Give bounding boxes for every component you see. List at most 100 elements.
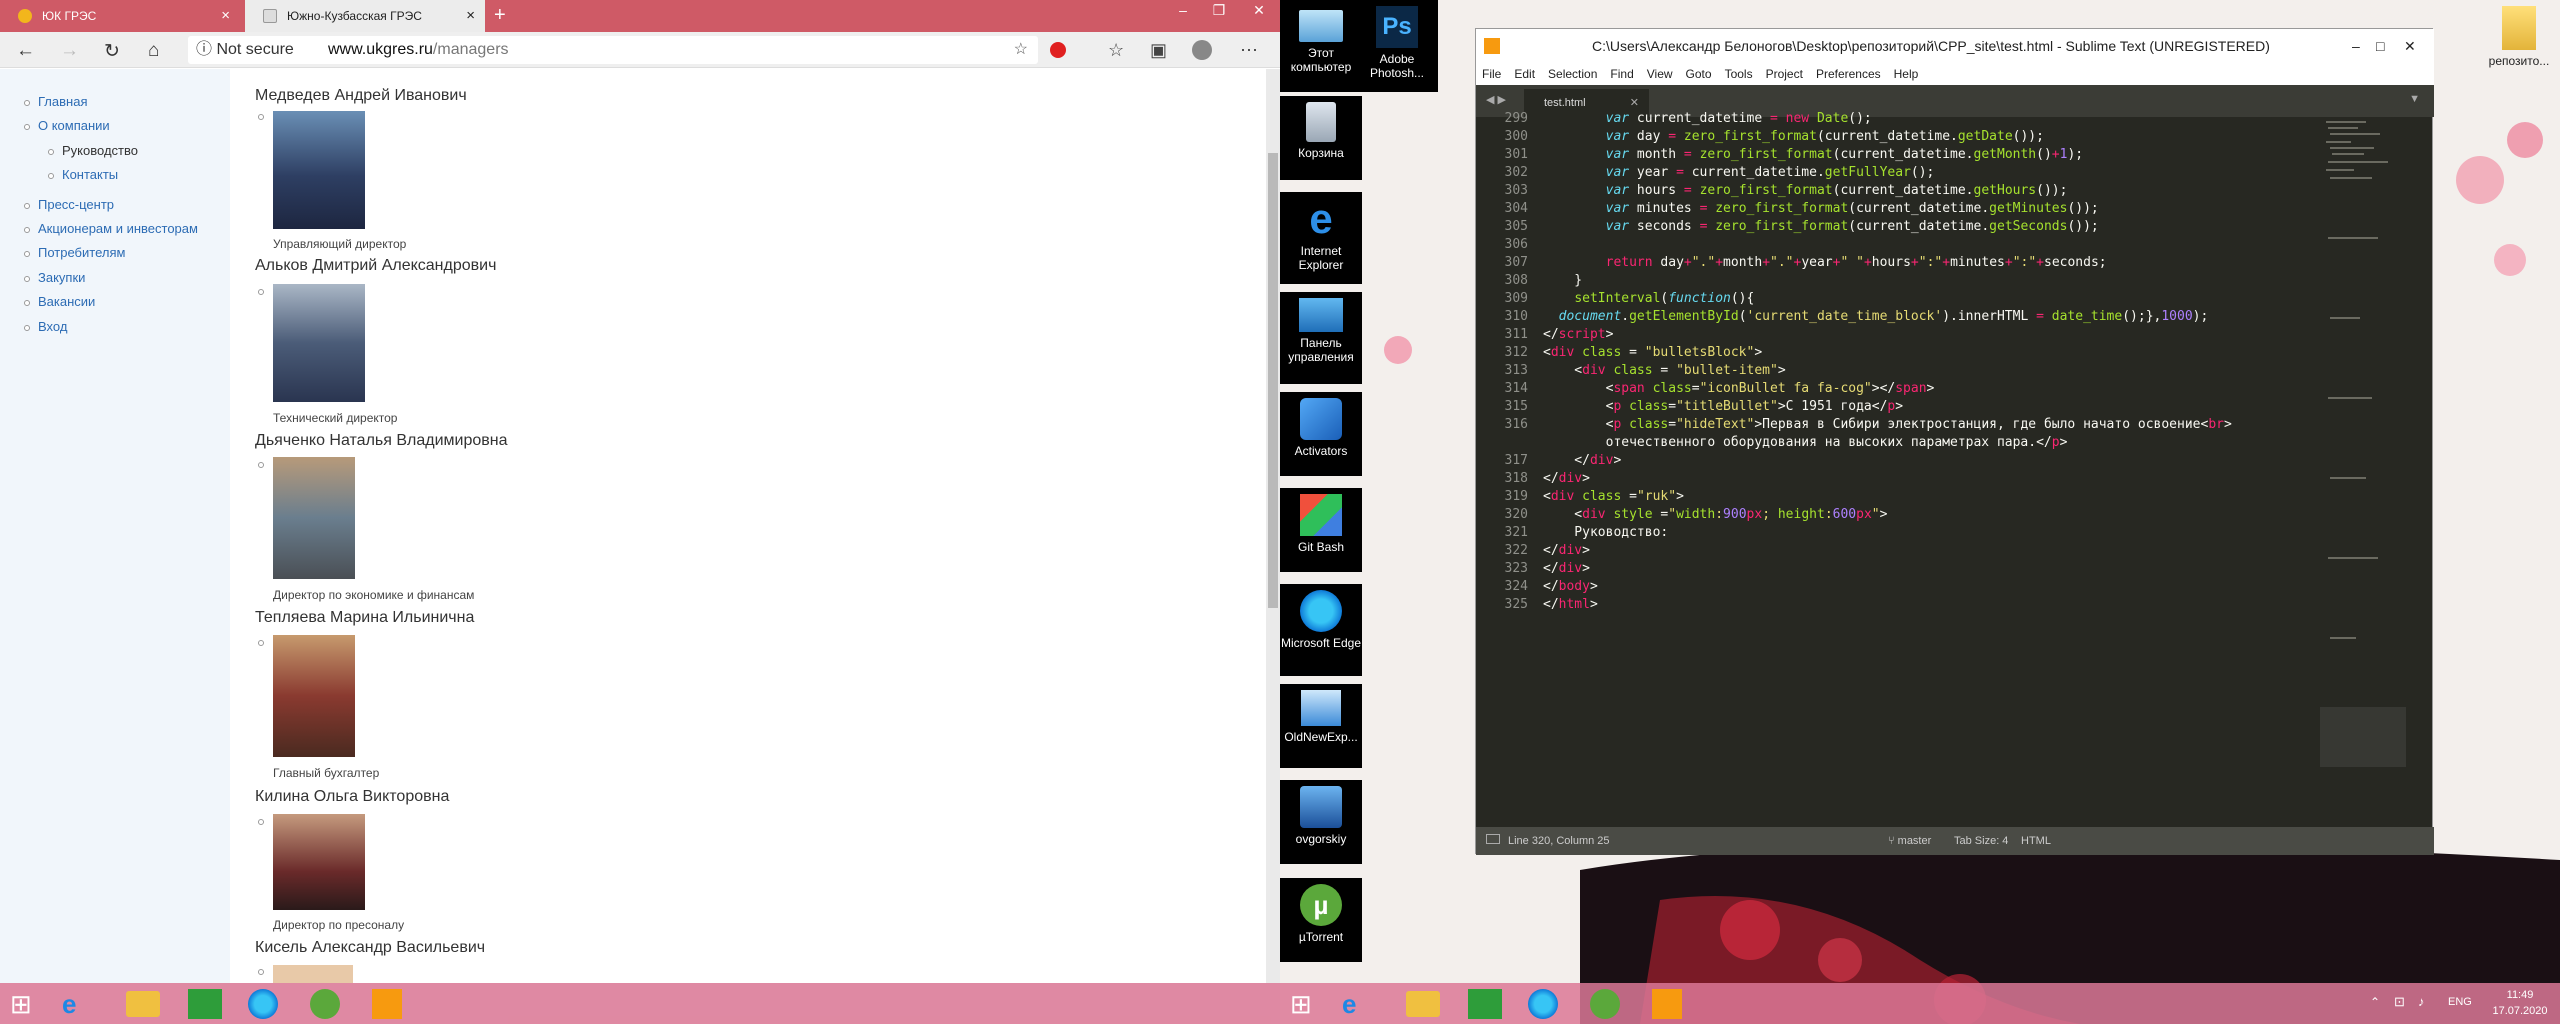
- code-line[interactable]: 304 var minutes = zero_first_format(curr…: [1476, 201, 2436, 219]
- file-explorer-icon[interactable]: [126, 991, 160, 1017]
- refresh-icon[interactable]: ↻: [104, 40, 120, 63]
- utorrent-icon[interactable]: [1590, 989, 1620, 1019]
- volume-icon[interactable]: ♪: [2418, 994, 2425, 1009]
- panel-toggle-icon[interactable]: [1486, 834, 1500, 844]
- minimize-icon[interactable]: –: [2352, 29, 2360, 63]
- code-line[interactable]: 321 Руководство:: [1476, 525, 2436, 543]
- code-line[interactable]: 312 <div class = "bulletsBlock">: [1476, 345, 2436, 363]
- nav-link-login[interactable]: Вход: [38, 319, 67, 334]
- adblock-icon[interactable]: [1050, 42, 1066, 58]
- utorrent-icon[interactable]: [310, 989, 340, 1019]
- code-line[interactable]: 320 <div style ="width:900px; height:600…: [1476, 507, 2436, 525]
- code-line[interactable]: 300 var day = zero_first_format(current_…: [1476, 129, 2436, 147]
- tab-dropdown-icon[interactable]: ▼: [2409, 93, 2420, 105]
- close-window-icon[interactable]: ✕: [1240, 0, 1278, 22]
- start-windows-icon[interactable]: ⊞: [10, 987, 44, 1021]
- maximize-icon[interactable]: □: [2376, 29, 2384, 63]
- menu-edit[interactable]: Edit: [1514, 67, 1535, 81]
- code-line[interactable]: 309 setInterval(function(){: [1476, 291, 2436, 309]
- file-explorer-icon[interactable]: [1406, 991, 1440, 1017]
- code-editor[interactable]: 299 var current_datetime = new Date(); 30…: [1476, 111, 2436, 827]
- desktop-icon-utorrent[interactable]: µ µTorrent: [1280, 878, 1362, 962]
- code-line[interactable]: 322 </div>: [1476, 543, 2436, 561]
- nav-link-purchases[interactable]: Закупки: [38, 270, 85, 285]
- nav-link-vacancies[interactable]: Вакансии: [38, 294, 95, 309]
- code-line[interactable]: 317 </div>: [1476, 453, 2436, 471]
- close-tab-icon[interactable]: ×: [466, 7, 475, 24]
- tab-yukgres[interactable]: ЮК ГРЭС ×: [0, 0, 240, 32]
- desktop-icon-repository[interactable]: репозито...: [2478, 0, 2560, 80]
- code-line[interactable]: 314 <span class="iconBullet fa fa-cog"><…: [1476, 381, 2436, 399]
- syntax-mode[interactable]: HTML: [2021, 827, 2051, 855]
- favorite-star-icon[interactable]: ☆: [1014, 36, 1028, 64]
- code-line[interactable]: 305 var seconds = zero_first_format(curr…: [1476, 219, 2436, 237]
- menu-project[interactable]: Project: [1766, 67, 1803, 81]
- menu-goto[interactable]: Goto: [1686, 67, 1712, 81]
- desktop-icon-git-bash[interactable]: Git Bash: [1280, 488, 1362, 572]
- code-line[interactable]: 316 <p class="hideText">Первая в Сибири …: [1476, 417, 2436, 435]
- menu-file[interactable]: File: [1482, 67, 1501, 81]
- restore-icon[interactable]: ❐: [1200, 0, 1238, 22]
- tab-ukgres-managers[interactable]: Южно-Кузбасская ГРЭС ×: [245, 0, 485, 32]
- tab-nav-arrows-icon[interactable]: ◀ ▶: [1486, 93, 1506, 106]
- security-indicator[interactable]: ⓘ Not secure: [196, 36, 294, 64]
- code-line[interactable]: 319 <div class ="ruk">: [1476, 489, 2436, 507]
- code-line[interactable]: 308 }: [1476, 273, 2436, 291]
- nav-link-contacts[interactable]: Контакты: [62, 167, 118, 182]
- sublime-icon[interactable]: [1652, 989, 1682, 1019]
- menu-find[interactable]: Find: [1610, 67, 1633, 81]
- sublime-icon[interactable]: [372, 989, 402, 1019]
- ie-icon[interactable]: e: [62, 987, 96, 1021]
- store-icon[interactable]: [188, 989, 222, 1019]
- code-line[interactable]: 313 <div class = "bullet-item">: [1476, 363, 2436, 381]
- store-icon[interactable]: [1468, 989, 1502, 1019]
- code-line[interactable]: 307 return day+"."+month+"."+year+" "+ho…: [1476, 255, 2436, 273]
- branch-status[interactable]: ⑂ master: [1888, 827, 1931, 855]
- code-line[interactable]: 323 </div>: [1476, 561, 2436, 579]
- page-scrollbar[interactable]: [1266, 69, 1280, 983]
- nav-link-management[interactable]: Руководство: [62, 143, 138, 158]
- code-line[interactable]: 325 </html>: [1476, 597, 2436, 615]
- clock[interactable]: 11:49 17.07.2020: [2490, 987, 2550, 1019]
- menu-selection[interactable]: Selection: [1548, 67, 1597, 81]
- tab-size[interactable]: Tab Size: 4: [1954, 827, 2008, 855]
- code-line[interactable]: 318 </div>: [1476, 471, 2436, 489]
- start-windows-icon[interactable]: ⊞: [1290, 987, 1324, 1021]
- close-window-icon[interactable]: ✕: [2404, 29, 2416, 63]
- code-line[interactable]: 324 </body>: [1476, 579, 2436, 597]
- code-line[interactable]: 299 var current_datetime = new Date();: [1476, 111, 2436, 129]
- desktop-icon-ovgorskiy[interactable]: ovgorskiy: [1280, 780, 1362, 864]
- network-icon[interactable]: ⊡: [2394, 994, 2405, 1010]
- desktop-icon-activators[interactable]: Activators: [1280, 392, 1362, 476]
- desktop-icon-this-pc[interactable]: Этот компьютер: [1280, 0, 1362, 92]
- minimize-icon[interactable]: –: [1164, 0, 1202, 22]
- menu-tools[interactable]: Tools: [1725, 67, 1753, 81]
- ie-icon[interactable]: e: [1342, 987, 1376, 1021]
- code-line[interactable]: отечественного оборудования на высоких п…: [1476, 435, 2436, 453]
- desktop-icon-photoshop[interactable]: Ps Adobe Photosh...: [1356, 0, 1438, 92]
- code-line[interactable]: 301 var month = zero_first_format(curren…: [1476, 147, 2436, 165]
- desktop-icon-control-panel[interactable]: Панель управления: [1280, 292, 1362, 384]
- nav-link-consumers[interactable]: Потребителям: [38, 245, 125, 260]
- new-tab-icon[interactable]: +: [494, 4, 506, 27]
- desktop-icon-recycle-bin[interactable]: Корзина: [1280, 96, 1362, 180]
- edge-icon[interactable]: [248, 989, 278, 1019]
- code-line[interactable]: 315 <p class="titleBullet">С 1951 года</…: [1476, 399, 2436, 417]
- nav-link-about[interactable]: О компании: [38, 118, 110, 133]
- home-icon[interactable]: ⌂: [148, 40, 159, 62]
- code-line[interactable]: 310 document.getElementById('current_dat…: [1476, 309, 2436, 327]
- close-tab-icon[interactable]: ×: [221, 7, 230, 24]
- profile-avatar[interactable]: [1192, 40, 1212, 60]
- code-line[interactable]: 311 </script>: [1476, 327, 2436, 345]
- more-menu-icon[interactable]: ⋯: [1240, 40, 1258, 61]
- desktop-icon-ie[interactable]: e Internet Explorer: [1280, 192, 1362, 284]
- nav-link-home[interactable]: Главная: [38, 94, 87, 109]
- tray-overflow-icon[interactable]: ⌃: [2370, 995, 2380, 1009]
- menu-view[interactable]: View: [1647, 67, 1673, 81]
- code-line[interactable]: 303 var hours = zero_first_format(curren…: [1476, 183, 2436, 201]
- collections-icon[interactable]: ▣: [1150, 40, 1167, 61]
- edge-icon[interactable]: [1528, 989, 1558, 1019]
- nav-link-press[interactable]: Пресс-центр: [38, 197, 114, 212]
- scrollbar-thumb[interactable]: [1268, 153, 1278, 608]
- menu-preferences[interactable]: Preferences: [1816, 67, 1881, 81]
